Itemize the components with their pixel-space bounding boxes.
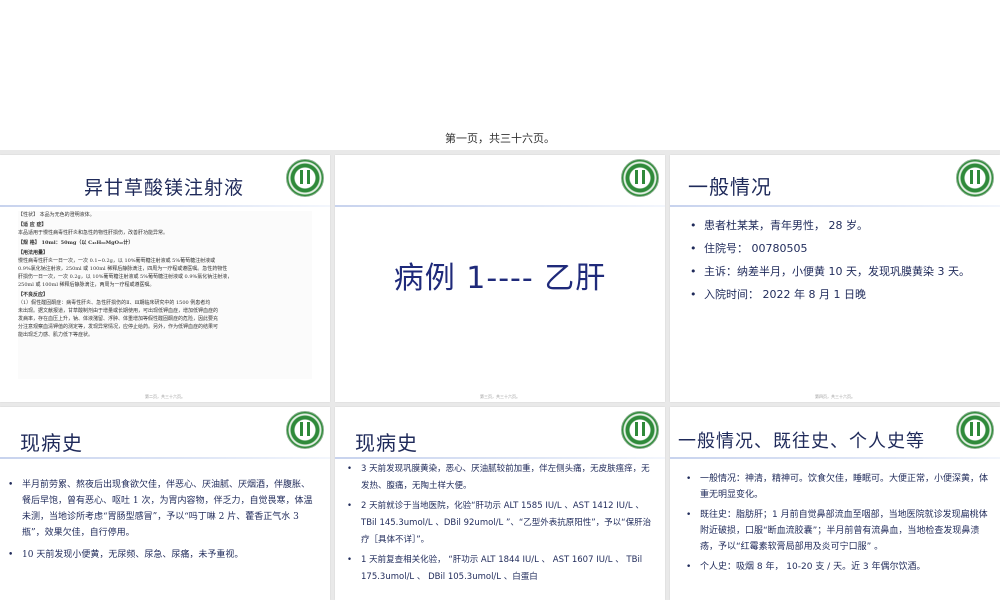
slide-title: 异甘草酸镁注射液 bbox=[84, 177, 245, 199]
title-divider bbox=[670, 205, 1000, 207]
slide-title: 病例 1---- 乙肝 bbox=[393, 261, 607, 296]
bullet-list: 3 天前发现巩膜黄染，恶心、厌油腻较前加重，伴左侧头痛，无皮肤瘙痒，无发热、腹痛… bbox=[347, 461, 657, 589]
hospital-logo-icon bbox=[956, 159, 994, 197]
viewer-top-area bbox=[0, 0, 1000, 150]
doc-line: 本品适用于慢性病毒性肝炎和急性药物性肝损伤，改善肝功能异常。 bbox=[18, 230, 169, 236]
list-item: 患者杜某某，青年男性， 28 岁。 bbox=[690, 219, 995, 233]
slide-thumbnail-3[interactable]: 病例 1---- 乙肝 第三页，共三十六页。 bbox=[335, 155, 665, 402]
doc-line: 慢性病毒性肝炎一日一次，一次 0.1~0.2g，以 10%葡萄糖注射液或 5%葡… bbox=[18, 258, 216, 264]
slide-thumbnail-5[interactable]: 现病史 半月前劳累、熬夜后出现食欲欠佳，伴恶心、厌油腻、厌烟酒，伴腹胀、餐后早饱… bbox=[0, 407, 330, 600]
doc-line: 【规 格】 10ml：50mg（以 C₄₂H₆₀MgO₁₆计） bbox=[18, 240, 134, 246]
list-item: 1 天前复查相关化验， “肝功示 ALT 1844 IU/L 、 AST 160… bbox=[347, 552, 657, 586]
list-item: 一般情况：神清，精神可。饮食欠佳，睡眠可。大便正常，小便深黄，体重无明显变化。 bbox=[686, 471, 992, 503]
title-divider bbox=[335, 457, 665, 459]
list-item: 既往史：脂肪肝；1 月前自觉鼻部流血至咽部，当地医院就诊发现扁桃体附近破损，口服… bbox=[686, 507, 992, 555]
doc-line: 【用法用量】 bbox=[18, 250, 49, 256]
list-item: 3 天前发现巩膜黄染，恶心、厌油腻较前加重，伴左侧头痛，无皮肤瘙痒，无发热、腹痛… bbox=[347, 461, 657, 495]
doc-line: 发病率，存在血压上升，钠、体液潴留、浮肿、体重增加等假性醛固酮症的危险，因此要充 bbox=[18, 316, 219, 322]
doc-line: （1）假性醛固酮症：病毒性肝炎、急性肝损伤的Ⅱ、Ⅲ期临床研究中的 1500 例患… bbox=[18, 300, 211, 306]
doc-line: 0.9%氯化钠注射液，250ml 或 100ml 稀释后静脉滴注，四周为一疗程或… bbox=[18, 266, 228, 272]
doc-line: 未出现。据文献报道，甘草酸制剂由于增量或长期使用，可出现低钾血症，增加低钾血症的 bbox=[18, 308, 219, 314]
list-item: 主诉：纳差半月，小便黄 10 天，发现巩膜黄染 3 天。 bbox=[690, 265, 995, 279]
slide-footer: 第三页，共三十六页。 bbox=[480, 394, 520, 399]
slide-thumbnail-2[interactable]: 异甘草酸镁注射液 药 【性状】 本品为无色的澄明液体。 【适 应 症】 本品适用… bbox=[0, 155, 330, 402]
doc-line: 250ml 或 100ml 稀释后静脉滴注，两周为一疗程或遵医嘱。 bbox=[18, 282, 155, 288]
slide-title: 一般情况、既往史、个人史等 bbox=[678, 431, 925, 452]
doc-line: 肝损伤一日一次，一次 0.2g，以 10%葡萄糖注射液或 5%葡萄糖注射液或 0… bbox=[18, 274, 233, 280]
bullet-list: 一般情况：神清，精神可。饮食欠佳，睡眠可。大便正常，小便深黄，体重无明显变化。 … bbox=[686, 471, 992, 579]
page-caption: 第一页，共三十六页。 bbox=[445, 132, 555, 145]
doc-line: 【性状】 本品为无色的澄明液体。 bbox=[18, 212, 95, 218]
doc-line: 【不良反应】 bbox=[18, 292, 49, 298]
slide-title: 现病史 bbox=[355, 431, 418, 455]
title-divider bbox=[335, 205, 665, 207]
slide-footer: 第四页，共三十六页。 bbox=[815, 394, 855, 399]
doc-line: 能出现乏力感、肌力低下等症状。 bbox=[18, 332, 94, 338]
hospital-logo-icon bbox=[956, 411, 994, 449]
slide-thumbnail-7[interactable]: 一般情况、既往史、个人史等 一般情况：神清，精神可。饮食欠佳，睡眠可。大便正常，… bbox=[670, 407, 1000, 600]
bullet-list: 患者杜某某，青年男性， 28 岁。 住院号： 00780505 主诉：纳差半月，… bbox=[690, 219, 995, 311]
doc-line: 分注意观察血清钾值的测定等，发现异常情况，应停止给药。另外，作为低钾血症的结果可 bbox=[18, 324, 219, 330]
bullet-list: 半月前劳累、熬夜后出现食欲欠佳，伴恶心、厌油腻、厌烟酒，伴腹胀、餐后早饱，曾有恶… bbox=[8, 477, 318, 569]
doc-line: 【适 应 症】 bbox=[18, 222, 47, 228]
drug-label-image: 【性状】 本品为无色的澄明液体。 【适 应 症】 本品适用于慢性病毒性肝炎和急性… bbox=[18, 211, 312, 379]
hospital-logo-icon bbox=[621, 159, 659, 197]
slide-footer: 第二页，共三十六页。 bbox=[145, 394, 185, 399]
title-divider bbox=[0, 205, 330, 207]
title-divider bbox=[0, 457, 330, 459]
hospital-logo-icon bbox=[286, 411, 324, 449]
slide-title: 现病史 bbox=[20, 431, 83, 455]
list-item: 2 天前就诊于当地医院，化验“肝功示 ALT 1585 IU/L 、AST 14… bbox=[347, 498, 657, 549]
list-item: 10 天前发现小便黄，无尿频、尿急、尿痛，未予重视。 bbox=[8, 547, 318, 563]
slide-title: 一般情况 bbox=[688, 175, 772, 199]
slide-thumbnail-6[interactable]: 现病史 3 天前发现巩膜黄染，恶心、厌油腻较前加重，伴左侧头痛，无皮肤瘙痒，无发… bbox=[335, 407, 665, 600]
list-item: 个人史：吸烟 8 年， 10-20 支 / 天。近 3 年偶尔饮酒。 bbox=[686, 559, 992, 575]
list-item: 入院时间： 2022 年 8 月 1 日晚 bbox=[690, 288, 995, 302]
list-item: 半月前劳累、熬夜后出现食欲欠佳，伴恶心、厌油腻、厌烟酒，伴腹胀、餐后早饱，曾有恶… bbox=[8, 477, 318, 541]
title-divider bbox=[670, 457, 1000, 459]
hospital-logo-icon bbox=[621, 411, 659, 449]
list-item: 住院号： 00780505 bbox=[690, 242, 995, 256]
hospital-logo-icon bbox=[286, 159, 324, 197]
slide-thumbnail-4[interactable]: 一般情况 患者杜某某，青年男性， 28 岁。 住院号： 00780505 主诉：… bbox=[670, 155, 1000, 402]
